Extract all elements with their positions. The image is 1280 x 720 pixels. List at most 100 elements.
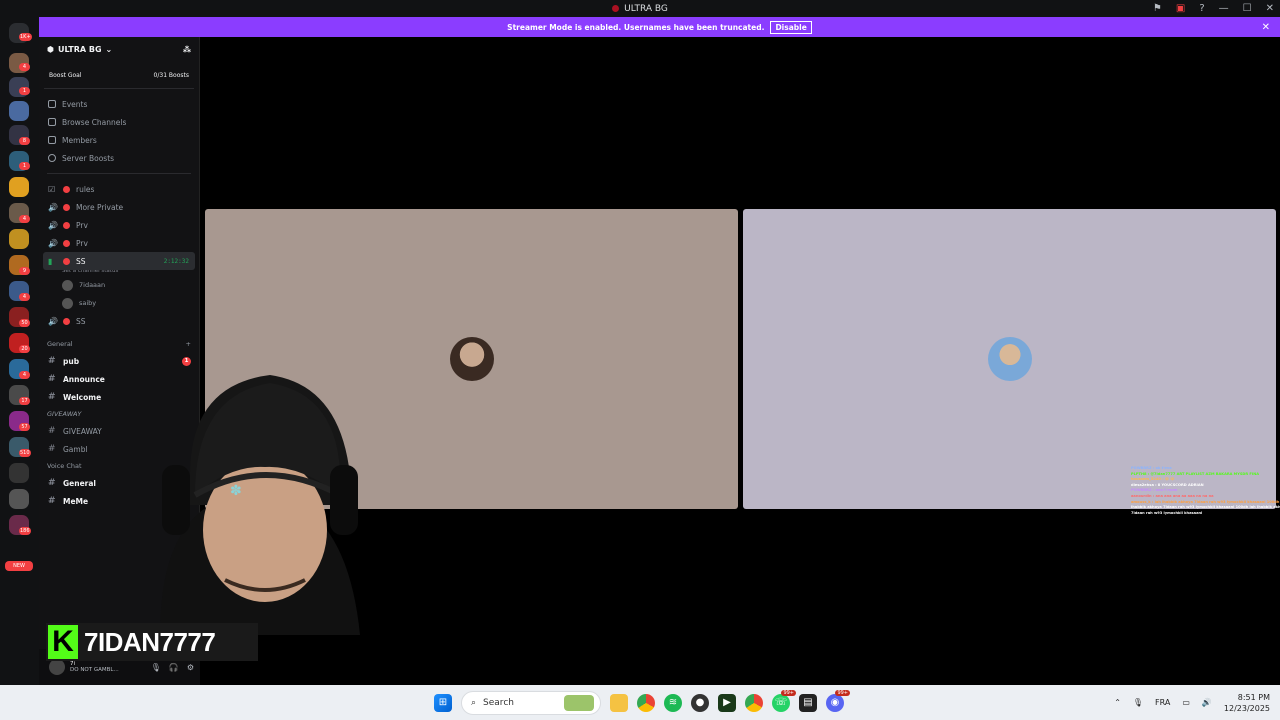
browse-icon: [48, 118, 56, 126]
chrome-profile-icon[interactable]: [745, 693, 763, 712]
voice-user[interactable]: 7idaaan: [39, 276, 199, 294]
server-badge: 186: [19, 527, 31, 535]
server-icon[interactable]: [9, 177, 29, 197]
file-explorer-icon[interactable]: [610, 693, 628, 712]
boost-goal-value: 0/31 Boosts: [153, 72, 189, 79]
nav-events[interactable]: Events: [39, 95, 199, 113]
server-icon[interactable]: [9, 463, 29, 483]
whatsapp-icon[interactable]: ☏ 99+: [772, 689, 796, 712]
channel-more-private[interactable]: 🔊 More Private: [39, 198, 199, 216]
maximize-button[interactable]: ☐: [1243, 3, 1252, 14]
headphone-icon[interactable]: 🎧: [169, 663, 179, 672]
app-icon[interactable]: ▤: [799, 693, 817, 712]
nav-server-boosts[interactable]: Server Boosts: [39, 149, 199, 167]
avatar[interactable]: [49, 659, 65, 675]
server-logo-icon: ⬢: [47, 44, 54, 54]
checkbox-icon: ☑: [48, 184, 56, 194]
close-banner-icon[interactable]: ✕: [1262, 22, 1270, 33]
mic-icon[interactable]: 🎙: [151, 663, 161, 672]
nav-members[interactable]: Members: [39, 131, 199, 149]
close-window-button[interactable]: ✕: [1266, 3, 1274, 14]
channel-name: Prv: [76, 238, 88, 248]
category-name: General: [47, 340, 73, 348]
chevron-up-icon[interactable]: ⌃: [1114, 698, 1121, 707]
add-member-icon[interactable]: ⁂: [183, 45, 191, 54]
channel-name: rules: [76, 184, 95, 194]
discord-badge: 99+: [835, 689, 850, 696]
boost-goal-label: Boost Goal: [49, 72, 82, 79]
stream-chat-overlay: POWRRRZ : ok t'eva PLPTH8 : @7idan7777 A…: [1131, 466, 1280, 516]
search-icon: ⌕: [471, 697, 477, 708]
help-icon[interactable]: ?: [1199, 3, 1204, 14]
svg-text:✽: ✽: [230, 483, 242, 499]
category-general[interactable]: General +: [39, 336, 199, 352]
voice-timer: 2:12:32: [163, 257, 189, 265]
terminal-icon[interactable]: ▶: [718, 693, 736, 712]
channel-ss[interactable]: 🔊 SS: [39, 312, 199, 330]
user-status: DO NOT GAMBL...: [70, 667, 119, 673]
chat-line: 7idaan rah w93 lymochkil khasaani: [1131, 510, 1203, 515]
channel-name: SS: [76, 256, 86, 266]
server-icon[interactable]: [9, 101, 29, 121]
server-badge: 17: [19, 397, 30, 405]
video-tile-right[interactable]: [743, 209, 1276, 509]
participant-avatar: [987, 337, 1032, 381]
no-entry-icon: [63, 185, 70, 193]
boost-icon: [48, 154, 56, 162]
taskbar: ⊞ ⌕ Search ≋ ● ▶ ☏ 99+ ▤ ◉ 99+ ⌃ 🎙 FRA ▭ 🔊…: [0, 685, 1280, 720]
obs-icon[interactable]: ●: [691, 693, 709, 712]
spotify-icon[interactable]: ≋: [664, 693, 682, 712]
add-channel-icon[interactable]: +: [186, 340, 191, 348]
channel-prv[interactable]: 🔊 Prv: [39, 216, 199, 234]
taskbar-search[interactable]: ⌕ Search: [461, 690, 601, 715]
language-indicator[interactable]: FRA: [1155, 698, 1170, 707]
streamer-name: 7IDAN7777: [84, 626, 216, 657]
speaker-icon: 🔊: [48, 238, 58, 248]
server-icon[interactable]: [9, 229, 29, 249]
no-entry-icon: [63, 203, 70, 211]
mic-icon[interactable]: 🎙: [1133, 698, 1143, 707]
server-badge: 510: [19, 449, 31, 457]
channel-name: Gambl: [63, 444, 88, 454]
taskbar-apps: ⊞ ⌕ Search ≋ ● ▶ ☏ 99+ ▤ ◉ 99+: [434, 685, 850, 720]
disable-streamer-mode-button[interactable]: Disable: [770, 20, 812, 34]
server-badge: 9: [19, 267, 30, 275]
network-icon[interactable]: ▭: [1182, 698, 1190, 707]
speaker-icon: 🔊: [48, 202, 58, 212]
windows-start-icon[interactable]: ⊞: [434, 693, 452, 712]
window-titlebar: ULTRA BG ⚑ ▣ ? — ☐ ✕: [0, 0, 1280, 17]
channel-prv[interactable]: 🔊 Prv: [39, 234, 199, 252]
voice-active-icon: ▮: [48, 256, 53, 266]
volume-icon[interactable]: 🔊: [1202, 698, 1212, 707]
nav-browse-channels[interactable]: Browse Channels: [39, 113, 199, 131]
speaker-icon: 🔊: [48, 220, 58, 230]
channel-name: GIVEAWAY: [63, 426, 102, 436]
channel-rules[interactable]: ☑ rules: [39, 180, 199, 198]
no-entry-icon: [63, 221, 70, 229]
whatsapp-badge: 99+: [781, 689, 796, 696]
window-controls: ⚑ ▣ ? — ☐ ✕: [1153, 0, 1274, 17]
clock[interactable]: 8:51 PM 12/23/2025: [1224, 692, 1270, 714]
channel-ss-active[interactable]: ▮ SS 2:12:32: [43, 252, 195, 270]
system-tray: ⌃ 🎙 FRA ▭ 🔊 8:51 PM 12/23/2025: [1114, 685, 1270, 720]
server-header[interactable]: ⬢ ULTRA BG ⌄ ⁂: [39, 37, 199, 61]
inbox-icon[interactable]: ⚑: [1153, 3, 1162, 14]
category-name: Voice Chat: [47, 462, 82, 470]
kick-logo-icon: K: [48, 625, 78, 659]
screen-share-icon[interactable]: ▣: [1176, 3, 1185, 14]
channel-name: Welcome: [63, 392, 102, 402]
stream-brand-overlay: K 7IDAN7777: [46, 623, 258, 661]
clock-date: 12/23/2025: [1223, 703, 1270, 713]
nav-label: Server Boosts: [62, 153, 115, 163]
voice-user[interactable]: saiby: [39, 294, 199, 312]
voice-user-name: 7idaaan: [79, 281, 106, 289]
server-badge: 4: [19, 371, 30, 379]
hash-icon: #: [48, 496, 56, 506]
chat-line: lhabbik akhoya 7idaan rah w93 lymochkil …: [1131, 505, 1280, 510]
minimize-button[interactable]: —: [1219, 3, 1229, 14]
discord-icon[interactable]: ◉ 99+: [826, 689, 850, 712]
settings-icon[interactable]: ⚙: [187, 663, 194, 672]
server-icon[interactable]: [9, 489, 29, 509]
boost-goal[interactable]: Boost Goal 0/31 Boosts: [44, 69, 194, 89]
chrome-icon[interactable]: [637, 693, 655, 712]
